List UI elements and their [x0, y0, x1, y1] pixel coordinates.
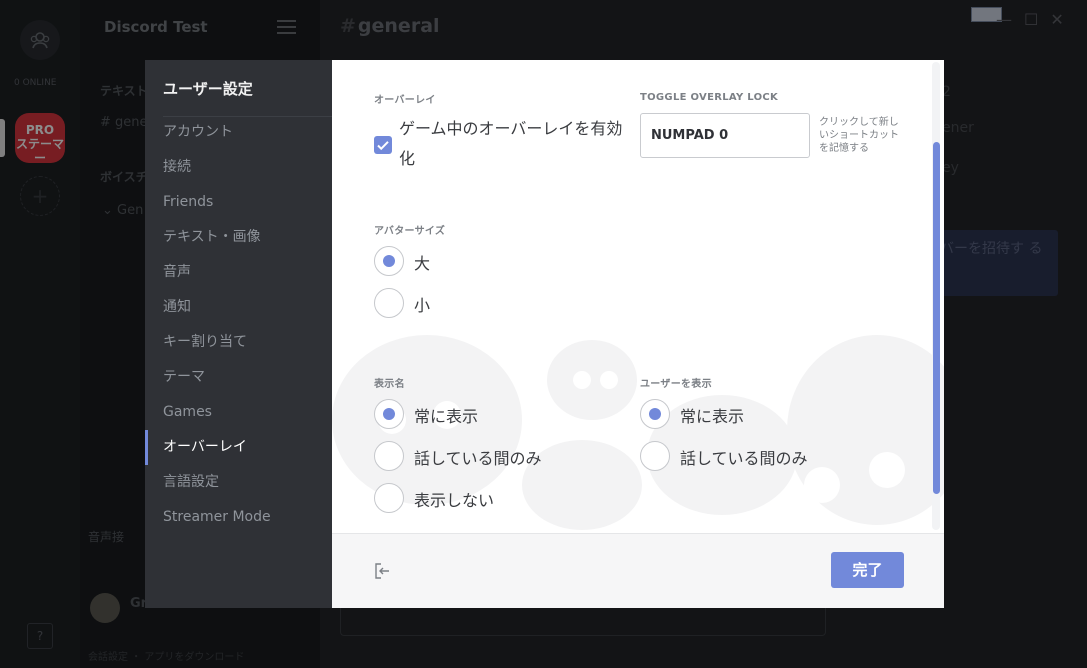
- enable-overlay-label[interactable]: ゲーム中のオーバーレイを有効化: [399, 114, 624, 174]
- show-users-always-radio[interactable]: [640, 399, 670, 429]
- show-users-label: ユーザーを表示: [640, 379, 712, 390]
- done-button[interactable]: 完了: [831, 552, 904, 588]
- avatar-size-small-radio[interactable]: [374, 288, 404, 318]
- avatar-size-large-radio[interactable]: [374, 246, 404, 276]
- settings-content: オーバーレイ ゲーム中のオーバーレイを有効化 TOGGLE OVERLAY LO…: [332, 60, 944, 608]
- keybind-hint: クリックして新しいショートカットを記憶する: [819, 117, 899, 154]
- scrollbar-thumb[interactable]: [933, 142, 940, 494]
- nav-item[interactable]: アカウント: [145, 115, 332, 150]
- nav-item[interactable]: 接続: [145, 150, 332, 185]
- settings-sidebar: ユーザー設定 アカウント 接続 Friends テキスト・画像 音声 通知 キー割り当て テー…: [145, 60, 332, 608]
- toggle-lock-label: TOGGLE OVERLAY LOCK: [640, 92, 779, 103]
- nav-item[interactable]: Friends: [145, 185, 332, 220]
- display-name-speaking-label[interactable]: 話している間のみ: [414, 445, 542, 469]
- nav-item[interactable]: 通知: [145, 290, 332, 325]
- settings-footer: 完了: [332, 533, 944, 608]
- avatar-size-label: アバターサイズ: [374, 226, 446, 237]
- checkmark-icon: [377, 141, 389, 151]
- avatar-size-small-label[interactable]: 小: [414, 292, 430, 316]
- nav-item[interactable]: Streamer Mode: [145, 500, 332, 535]
- nav-item[interactable]: オーバーレイ: [145, 430, 332, 465]
- nav-item[interactable]: 言語設定: [145, 465, 332, 500]
- show-users-speaking-radio[interactable]: [640, 441, 670, 471]
- nav-item[interactable]: キー割り当て: [145, 325, 332, 360]
- show-users-always-label[interactable]: 常に表示: [680, 403, 744, 427]
- nav-item[interactable]: テキスト・画像: [145, 220, 332, 255]
- avatar-size-large-label[interactable]: 大: [414, 250, 430, 274]
- enable-overlay-checkbox[interactable]: [374, 136, 392, 154]
- display-name-never-radio[interactable]: [374, 483, 404, 513]
- overlay-section-label: オーバーレイ: [374, 95, 436, 106]
- settings-title: ユーザー設定: [163, 80, 253, 98]
- logout-icon[interactable]: [374, 562, 392, 580]
- nav-item[interactable]: Games: [145, 395, 332, 430]
- display-name-speaking-radio[interactable]: [374, 441, 404, 471]
- display-name-always-radio[interactable]: [374, 399, 404, 429]
- display-name-never-label[interactable]: 表示しない: [414, 487, 494, 511]
- display-name-label: 表示名: [374, 379, 405, 390]
- toggle-lock-keybind-input[interactable]: NUMPAD 0: [640, 113, 810, 158]
- nav-item[interactable]: テーマ: [145, 360, 332, 395]
- show-users-speaking-label[interactable]: 話している間のみ: [680, 445, 808, 469]
- display-name-always-label[interactable]: 常に表示: [414, 403, 478, 427]
- nav-item[interactable]: 音声: [145, 255, 332, 290]
